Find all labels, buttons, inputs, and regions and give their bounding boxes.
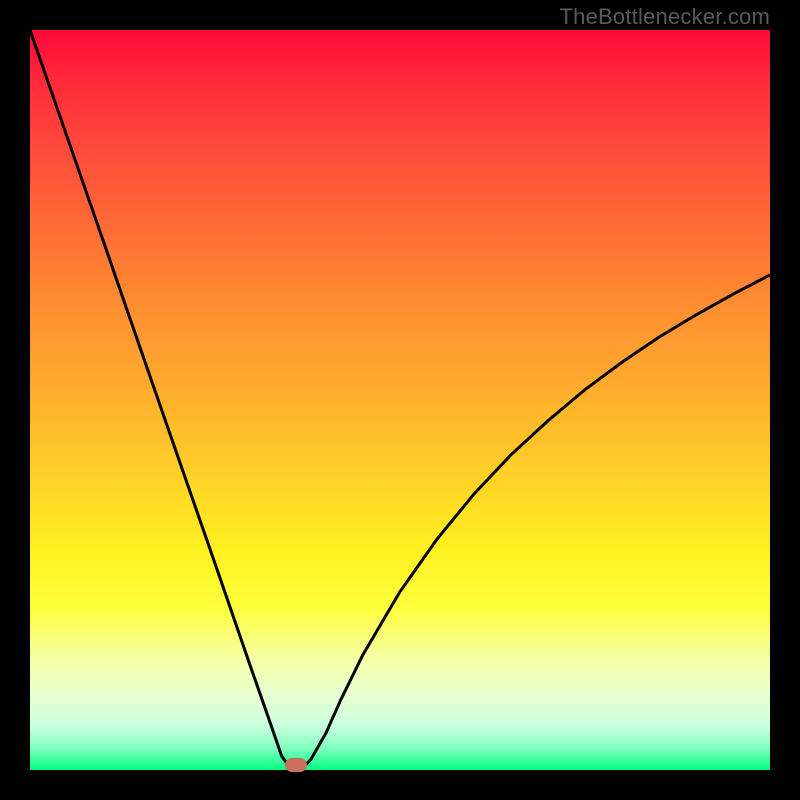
watermark-text: TheBottlenecker.com: [560, 4, 770, 30]
chart-frame: TheBottlenecker.com: [0, 0, 800, 800]
plot-area: [30, 30, 770, 770]
minimum-marker: [285, 758, 307, 772]
bottleneck-curve: [30, 30, 770, 770]
curve-svg: [30, 30, 770, 770]
